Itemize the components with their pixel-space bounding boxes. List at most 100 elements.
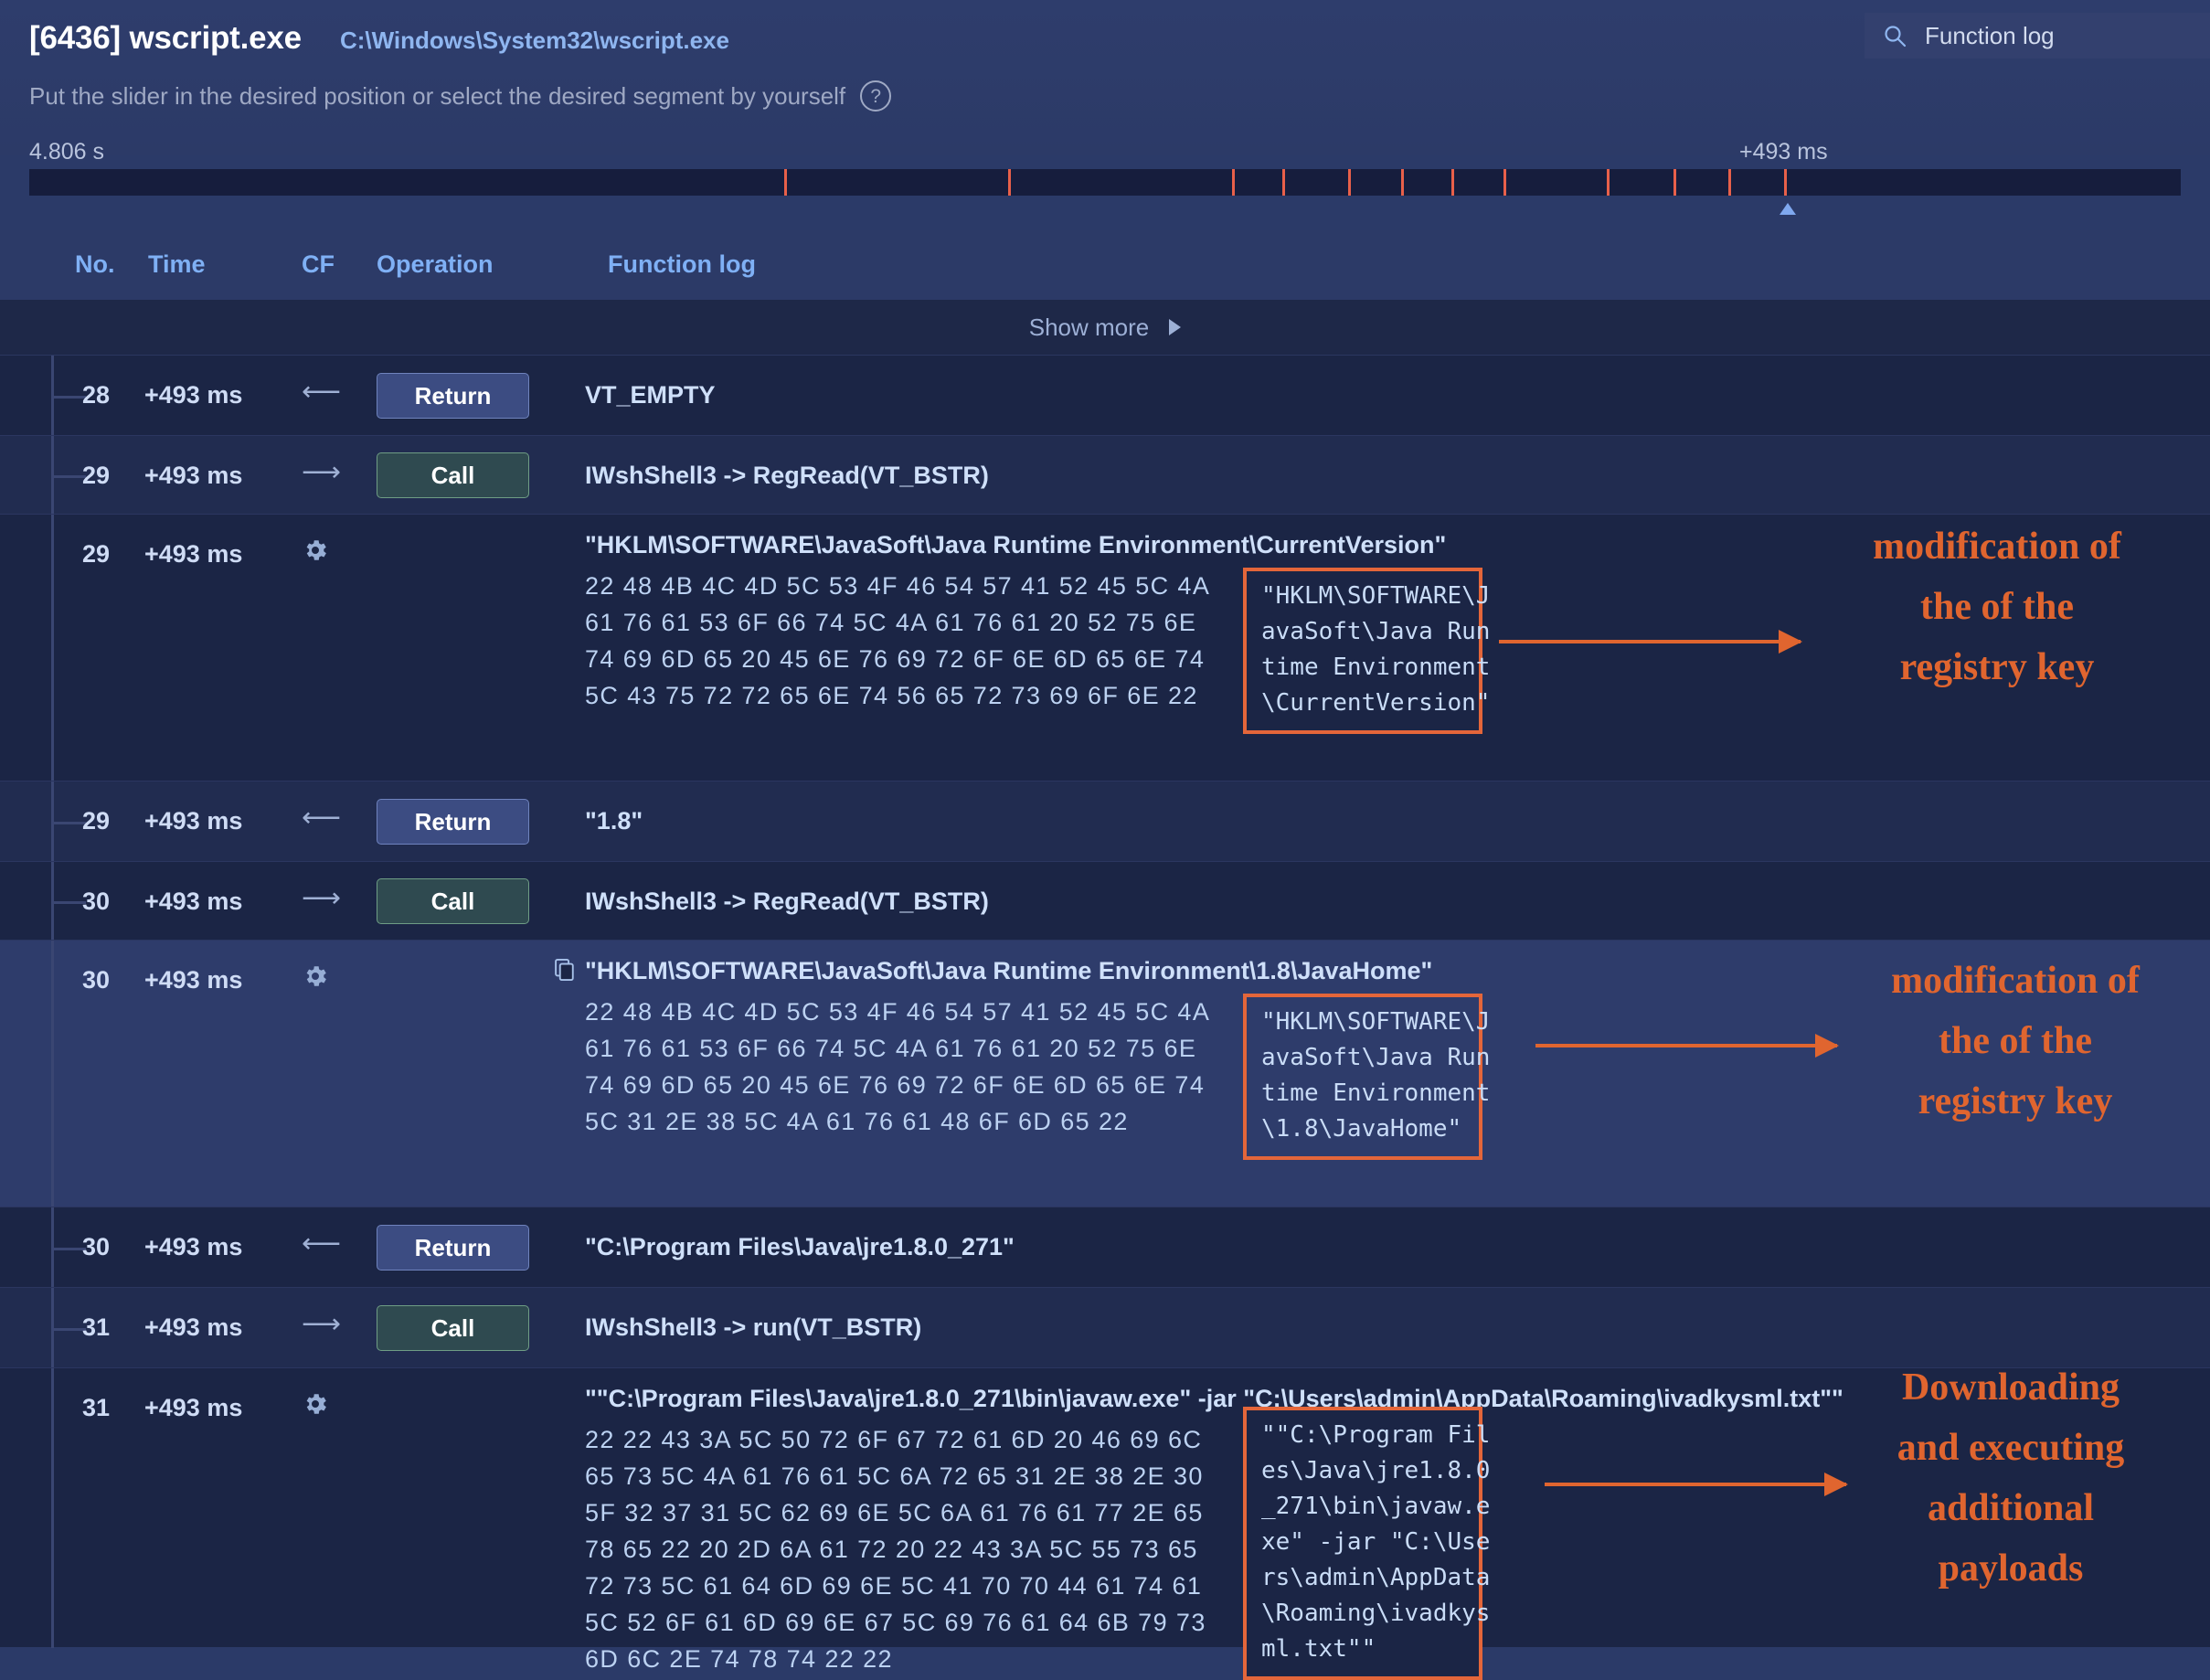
show-more-label: Show more [1028,313,1150,341]
timeline-tick [1784,169,1787,196]
hex-dump-line: 5C 52 6F 61 6D 69 6E 67 5C 69 76 61 64 6… [585,1609,1206,1636]
cell-no: 31 [81,1313,110,1341]
gear-icon[interactable] [302,537,329,570]
column-header-time[interactable]: Time [148,250,206,279]
cell-function-log: "HKLM\SOFTWARE\JavaSoft\Java Runtime Env… [585,957,1433,984]
timeline-end-label: +493 ms [1739,139,1828,165]
annotation-line: modification of [1891,960,2140,1002]
ascii-highlight-box: ""C:\Program Fil es\Java\jre1.8.0 _271\b… [1243,1407,1491,1680]
arrow-right-icon: ⟶ [302,457,342,487]
process-title-bar: [6436] wscript.exe C:\Windows\System32\w… [29,20,729,57]
slider-hint-row: Put the slider in the desired position o… [29,80,892,112]
timeline-start-label: 4.806 s [29,139,105,165]
cell-no: 28 [81,381,110,409]
timeline-tick [1232,169,1235,196]
timeline-tick [1348,169,1351,196]
operation-call-button[interactable]: Call [377,1305,529,1351]
table-row[interactable]: 30 +493 ms ⟵ Return "C:\Program Files\Java\j… [0,1207,2210,1288]
ascii-highlight-box: "HKLM\SOFTWARE\J avaSoft\Java Run time E… [1243,568,1490,734]
process-path: C:\Windows\System32\wscript.exe [339,27,729,54]
cell-function-log: VT_EMPTY [585,381,716,409]
operation-return-button[interactable]: Return [377,1225,529,1271]
hex-dump-line: 6D 6C 2E 74 78 74 22 22 [585,1645,893,1673]
column-header-no[interactable]: No. [75,250,115,279]
cell-function-log: "HKLM\SOFTWARE\JavaSoft\Java Runtime Env… [585,531,1447,558]
page-title: [6436] wscript.exe [29,20,302,56]
hex-dump-line: 22 48 4B 4C 4D 5C 53 4F 46 54 57 41 52 4… [585,998,1211,1026]
annotation-arrow-3 [1545,1473,1848,1496]
cell-no: 30 [81,966,110,994]
timeline-tick [784,169,787,196]
timeline-tick [1607,169,1610,196]
timeline-tick [1673,169,1676,196]
operation-return-button[interactable]: Return [377,799,529,845]
arrow-right-icon: ⟶ [302,1309,342,1339]
cell-no: 29 [81,540,110,568]
cell-function-log: IWshShell3 -> RegRead(VT_BSTR) [585,462,989,489]
annotation-line: the of the [1920,586,2074,628]
annotation-downloading-payloads: Downloading and executing additional payloa… [1819,1357,2203,1599]
cell-time: +493 ms [144,966,243,994]
timeline-tick [1451,169,1454,196]
arrow-right-icon: ⟶ [302,883,342,913]
cell-no: 31 [81,1394,110,1421]
timeline-tick [1282,169,1285,196]
table-header: No. Time CF Operation Function log [0,230,2210,300]
column-header-function-log[interactable]: Function log [608,250,756,279]
annotation-registry-key-2: modification of the of the registry key [1823,951,2207,1132]
ascii-text: "HKLM\SOFTWARE\J avaSoft\Java Run time E… [1261,1008,1491,1143]
cell-time: +493 ms [144,540,243,568]
search-input[interactable] [1923,20,2183,51]
column-header-cf[interactable]: CF [302,250,335,279]
operation-call-button[interactable]: Call [377,452,529,498]
hex-dump-line: 61 76 61 53 6F 66 74 5C 4A 61 76 61 20 5… [585,609,1197,636]
question-circle-icon[interactable]: ? [860,80,892,112]
show-more-button[interactable]: Show more [1029,314,1182,342]
hex-dump-line: 65 73 5C 4A 61 76 61 5C 6A 72 65 31 2E 3… [585,1462,1204,1490]
table-row[interactable]: 29 +493 ms ⟵ Return "1.8" [0,781,2210,862]
cell-no: 30 [81,1233,110,1260]
cell-time: +493 ms [144,1233,243,1260]
copy-icon[interactable] [552,957,578,987]
hex-dump-line: 78 65 22 20 2D 6A 61 72 20 22 43 3A 5C 5… [585,1536,1198,1563]
arrow-left-icon: ⟵ [302,377,342,407]
ascii-highlight-box: "HKLM\SOFTWARE\J avaSoft\Java Run time E… [1243,994,1491,1160]
annotation-line: modification of [1873,526,2121,568]
search-box[interactable] [1865,13,2210,58]
cell-function-log: IWshShell3 -> RegRead(VT_BSTR) [585,888,989,915]
operation-call-button[interactable]: Call [377,878,529,924]
hex-dump-line: 72 73 5C 61 64 6D 69 6E 5C 41 70 70 44 6… [585,1572,1203,1600]
timeline-slider[interactable]: 4.806 s +493 ms [0,128,2210,219]
hex-dump: 22 22 43 3A 5C 50 72 6F 67 72 61 6D 20 4… [585,1421,1206,1677]
slider-hint-text: Put the slider in the desired position o… [29,81,846,110]
cell-time: +493 ms [144,888,243,915]
timeline-tick [1008,169,1011,196]
gear-icon[interactable] [302,1390,329,1424]
operation-return-button[interactable]: Return [377,373,529,419]
chevron-right-icon [1169,319,1182,335]
table-row[interactable]: 30 +493 ms ⟶ Call IWshShell3 -> RegRead(VT_B… [0,861,2210,941]
table-row[interactable]: 28 +493 ms ⟵ Return VT_EMPTY [0,355,2210,436]
timeline-track[interactable] [29,169,2181,196]
timeline-handle[interactable] [1780,203,1796,215]
table-row[interactable]: 31 +493 ms ⟶ Call IWshShell3 -> run(VT_BSTR) [0,1287,2210,1368]
annotation-arrow-1 [1499,630,1802,654]
gear-icon[interactable] [302,962,329,996]
show-more-row: Show more [0,300,2210,355]
annotation-arrow-2 [1535,1034,1839,1058]
cell-function-log: "1.8" [585,807,643,835]
ascii-text: ""C:\Program Fil es\Java\jre1.8.0 _271\b… [1261,1421,1491,1663]
hex-dump-line: 22 48 4B 4C 4D 5C 53 4F 46 54 57 41 52 4… [585,572,1211,600]
arrow-left-icon: ⟵ [302,803,342,833]
hex-dump: 22 48 4B 4C 4D 5C 53 4F 46 54 57 41 52 4… [585,568,1210,714]
timeline-tick [1401,169,1404,196]
cell-time: +493 ms [144,381,243,409]
column-header-operation[interactable]: Operation [377,250,494,279]
annotation-line: additional [1927,1487,2095,1529]
cell-time: +493 ms [144,1394,243,1421]
cell-no: 29 [81,807,110,835]
table-row[interactable]: 29 +493 ms ⟶ Call IWshShell3 -> RegRead(VT_B… [0,435,2210,515]
hex-dump-line: 5F 32 37 31 5C 62 69 6E 5C 6A 61 76 61 7… [585,1499,1204,1526]
cell-function-log: ""C:\Program Files\Java\jre1.8.0_271\bin… [585,1385,1843,1412]
hex-dump-line: 74 69 6D 65 20 45 6E 76 69 72 6F 6E 6D 6… [585,1071,1206,1099]
